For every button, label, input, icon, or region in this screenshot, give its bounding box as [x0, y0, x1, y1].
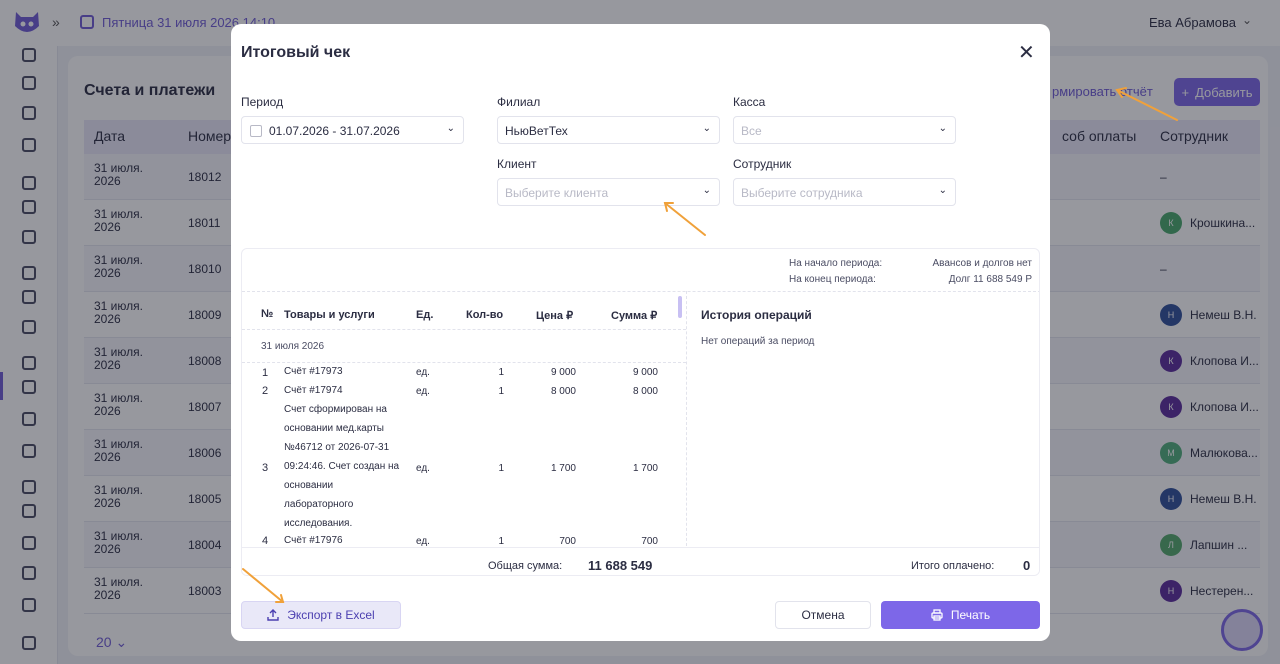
chevron-down-icon: ⌄	[702, 185, 711, 196]
branch-value: НьюВетТех	[505, 124, 568, 138]
period-start-value: Авансов и долгов нет	[932, 258, 1032, 269]
row-sum: 700	[641, 536, 658, 547]
header-items: Товары и услуги	[284, 309, 375, 321]
divider	[686, 291, 687, 551]
branch-select[interactable]: НьюВетТех ⌄	[497, 116, 720, 144]
print-button[interactable]: Печать	[881, 601, 1040, 629]
row-name: Счет сформирован на основании мед.карты …	[284, 404, 400, 529]
cancel-label: Отмена	[801, 608, 845, 622]
modal-title: Итоговый чек	[241, 44, 351, 61]
period-select[interactable]: 01.07.2026 - 31.07.2026 ⌄	[241, 116, 464, 144]
printer-icon	[931, 609, 943, 621]
chevron-down-icon: ⌄	[446, 123, 455, 134]
totals-bar: Общая сумма: 11 688 549 Итого оплачено: …	[242, 547, 1039, 575]
row-sum: 8 000	[632, 386, 658, 397]
employee-select[interactable]: Выберите сотрудника ⌄	[733, 178, 956, 206]
upload-icon	[267, 609, 279, 621]
divider	[242, 291, 1039, 292]
total-value: 11 688 549	[588, 558, 653, 573]
row-qty: 1	[498, 463, 504, 474]
export-excel-button[interactable]: Экспорт в Excel	[241, 601, 401, 629]
header-price: Цена ₽	[536, 310, 574, 322]
row-qty: 1	[498, 367, 504, 378]
header-sum: Сумма ₽	[611, 310, 658, 322]
paid-value: 0	[1023, 558, 1031, 573]
client-placeholder: Выберите клиента	[505, 186, 609, 200]
client-label: Клиент	[497, 157, 537, 171]
row-unit: ед.	[416, 463, 430, 474]
history-title: История операций	[701, 308, 812, 322]
day-group-label: 31 июля 2026	[261, 341, 325, 352]
export-excel-label: Экспорт в Excel	[287, 608, 375, 622]
calendar-icon	[250, 125, 262, 137]
row-price: 9 000	[550, 367, 576, 378]
print-label: Печать	[950, 608, 991, 622]
scrollbar[interactable]	[678, 296, 682, 318]
branch-label: Филиал	[497, 95, 541, 109]
row-unit: ед.	[416, 386, 430, 397]
chevron-down-icon: ⌄	[938, 123, 947, 134]
row-number: 1	[262, 367, 269, 379]
row-number: 2	[262, 385, 269, 397]
period-start-label: На начало периода:	[789, 258, 883, 269]
row-price: 700	[559, 536, 576, 547]
history-empty: Нет операций за период	[701, 336, 815, 347]
row-qty: 1	[498, 536, 504, 547]
period-end-label: На конец периода:	[789, 274, 876, 285]
cash-value: Все	[741, 124, 762, 138]
row-qty: 1	[498, 386, 504, 397]
chevron-down-icon: ⌄	[702, 123, 711, 134]
employee-placeholder: Выберите сотрудника	[741, 186, 863, 200]
row-price: 8 000	[550, 386, 576, 397]
header-number: №	[261, 308, 274, 320]
row-name: Счёт #17974	[284, 385, 343, 396]
final-receipt-modal: Итоговый чек ✕ Период 01.07.2026 - 31.07…	[231, 24, 1050, 641]
row-unit: ед.	[416, 367, 430, 378]
cash-label: Касса	[733, 95, 766, 109]
period-label: Период	[241, 95, 284, 109]
header-qty: Кол-во	[466, 309, 504, 321]
chevron-down-icon: ⌄	[938, 185, 947, 196]
receipt-panel: На начало периода: Авансов и долгов нет …	[241, 248, 1040, 576]
cancel-button[interactable]: Отмена	[775, 601, 871, 629]
employee-label: Сотрудник	[733, 157, 792, 171]
row-sum: 1 700	[632, 463, 658, 474]
period-value: 01.07.2026 - 31.07.2026	[269, 124, 400, 138]
divider	[242, 329, 686, 330]
header-unit: Ед.	[416, 309, 434, 321]
row-sum: 9 000	[632, 367, 658, 378]
cash-select[interactable]: Все ⌄	[733, 116, 956, 144]
row-number: 4	[262, 535, 269, 547]
period-end-value: Долг 11 688 549 Р	[948, 274, 1032, 285]
row-number: 3	[262, 462, 269, 474]
total-label: Общая сумма:	[488, 560, 563, 572]
paid-label: Итого оплачено:	[911, 560, 995, 572]
row-price: 1 700	[550, 463, 576, 474]
row-unit: ед.	[416, 536, 430, 547]
row-name: Счёт #17973	[284, 366, 343, 377]
client-select[interactable]: Выберите клиента ⌄	[497, 178, 720, 206]
close-icon[interactable]: ✕	[1018, 43, 1035, 63]
